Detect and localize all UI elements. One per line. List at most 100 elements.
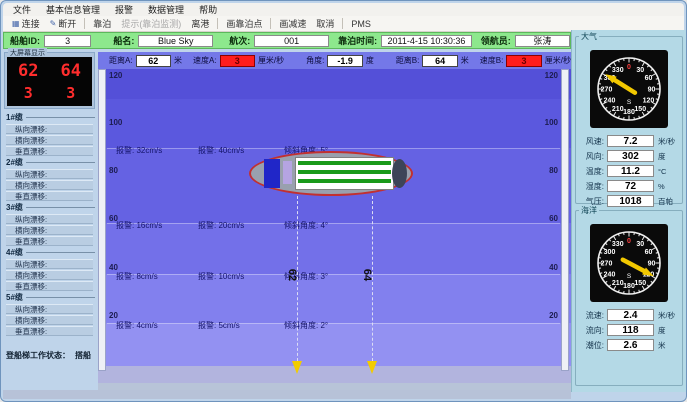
humidity-row: 湿度:72%	[578, 179, 680, 193]
current-speed-row: 流速:2.4米/秒	[578, 308, 680, 322]
svg-text:180: 180	[623, 283, 635, 290]
big-distance-b: 64	[61, 61, 81, 81]
voyage-field[interactable]: 001	[254, 35, 329, 47]
cable-group-2-header: 2#缆	[4, 157, 95, 168]
ship-bow-hatch	[264, 159, 280, 188]
svg-text:30: 30	[636, 241, 644, 248]
tide-level-row: 潮位:2.6米	[578, 338, 680, 352]
speed-b-unit: 厘米/秒	[545, 55, 571, 66]
atmosphere-title: 大气	[579, 31, 599, 42]
wind-speed-row: 风速:7.2米/秒	[578, 134, 680, 148]
svg-text:30: 30	[636, 67, 644, 74]
temperature-row: 温度:11.2°C	[578, 164, 680, 178]
svg-text:150: 150	[634, 280, 646, 287]
distance-band	[98, 223, 571, 274]
axis-tick: 80	[549, 166, 558, 175]
angle-label: 角度:	[306, 55, 324, 66]
svg-text:270: 270	[601, 86, 613, 93]
axis-tick: 100	[109, 118, 122, 127]
ship-name-field[interactable]: Blue Sky	[138, 35, 213, 47]
svg-text:240: 240	[604, 272, 616, 279]
wind-direction-row: 风向:302度	[578, 149, 680, 163]
distance-b-unit: 米	[461, 55, 469, 66]
axis-tick: 120	[109, 71, 122, 80]
svg-text:210: 210	[612, 106, 624, 113]
pressure-value: 1018	[607, 195, 654, 207]
list-item[interactable]: 垂直漂移:	[6, 146, 93, 156]
wind-speed-value: 7.2	[607, 135, 654, 147]
svg-text:120: 120	[643, 98, 655, 105]
distance-a-label: 距离A:	[109, 55, 133, 66]
big-speed-b: 3	[66, 84, 75, 102]
list-item[interactable]: 纵向漂移:	[6, 169, 93, 179]
berth-button[interactable]: 靠泊	[88, 16, 116, 31]
distance-band	[98, 69, 571, 99]
mooring-sidebar: 1#缆 纵向漂移: 横向漂移: 垂直漂移: 2#缆 纵向漂移: 横向漂移: 垂直…	[4, 111, 95, 337]
svg-text:60: 60	[645, 249, 653, 256]
humidity-value: 72	[607, 180, 654, 192]
angle-unit: 度	[366, 55, 374, 66]
axis-tick: 100	[545, 118, 558, 127]
toolbar-separator	[84, 18, 85, 29]
depart-button[interactable]: 离港	[186, 16, 214, 31]
berth-time-field[interactable]: 2011-4-15 10:30:36	[381, 35, 472, 47]
list-item[interactable]: 垂直漂移:	[6, 191, 93, 201]
menu-basic-info[interactable]: 基本信息管理	[46, 3, 100, 16]
svg-text:S: S	[627, 99, 632, 106]
svg-text:90: 90	[648, 86, 656, 93]
pilot-field[interactable]: 张涛	[515, 35, 570, 47]
menu-bar: 文件 基本信息管理 报警 数据管理 帮助	[3, 3, 684, 16]
list-item[interactable]: 纵向漂移:	[6, 259, 93, 269]
list-item[interactable]: 横向漂移:	[6, 180, 93, 190]
ship-id-field[interactable]: 3	[44, 35, 91, 47]
toolbar-separator	[217, 18, 218, 29]
list-item[interactable]: 纵向漂移:	[6, 304, 93, 314]
list-item[interactable]: 纵向漂移:	[6, 214, 93, 224]
current-direction-row: 流向:118度	[578, 323, 680, 337]
berthing-chart: 120 100 80 60 40 20 120 100 80 60 40 20 …	[98, 69, 571, 391]
ship-cargo-deck	[295, 157, 394, 190]
list-item[interactable]: 横向漂移:	[6, 270, 93, 280]
menu-file[interactable]: 文件	[13, 3, 31, 16]
list-item[interactable]: 横向漂移:	[6, 225, 93, 235]
list-item[interactable]: 垂直漂移:	[6, 236, 93, 246]
app-window: 文件 基本信息管理 报警 数据管理 帮助 ▦连接 ✎断开 靠泊 提示(靠泊监测)…	[0, 0, 687, 402]
connect-button[interactable]: ▦连接	[7, 16, 45, 31]
svg-text:150: 150	[634, 106, 646, 113]
list-item[interactable]: 横向漂移:	[6, 135, 93, 145]
svg-text:240: 240	[604, 98, 616, 105]
cable-group-4-header: 4#缆	[4, 247, 95, 258]
list-item[interactable]: 垂直漂移:	[6, 281, 93, 291]
wind-direction-value: 302	[607, 150, 654, 162]
menu-data-mgmt[interactable]: 数据管理	[148, 3, 184, 16]
ship-top-view	[249, 151, 413, 196]
menu-alarm[interactable]: 报警	[115, 3, 133, 16]
down-arrow-a-icon	[292, 361, 302, 374]
ocean-title: 海洋	[579, 205, 599, 216]
alarm-row: 报警: 16cm/s报警: 20cm/s倾斜角度: 4°	[98, 220, 571, 230]
pms-button[interactable]: PMS	[346, 18, 376, 30]
axis-tick: 20	[109, 311, 118, 320]
menu-help[interactable]: 帮助	[199, 3, 217, 16]
axis-tick: 80	[109, 166, 118, 175]
distance-band	[98, 274, 571, 323]
draw-berth-point-button[interactable]: 画靠泊点	[221, 16, 267, 31]
axis-tick: 20	[549, 311, 558, 320]
atmosphere-group: 大气 0306090120150180210240270300330S 风速:7…	[575, 36, 683, 204]
big-screen-display-group: 大屏幕显示 62 64 3 3	[4, 52, 95, 109]
list-item[interactable]: 纵向漂移:	[6, 124, 93, 134]
list-item[interactable]: 横向漂移:	[6, 315, 93, 325]
alarm-row: 报警: 4cm/s报警: 5cm/s倾斜角度: 2°	[98, 320, 571, 330]
distance-marker-b: 64	[361, 269, 373, 281]
svg-text:0: 0	[627, 238, 631, 245]
svg-text:270: 270	[601, 260, 613, 267]
draw-decel-button[interactable]: 画减速	[274, 16, 311, 31]
distance-band	[98, 99, 571, 148]
cancel-button[interactable]: 取消	[311, 16, 339, 31]
speed-a-label: 速度A:	[193, 55, 217, 66]
angle-value: -1.9	[327, 55, 362, 67]
list-item[interactable]: 垂直漂移:	[6, 326, 93, 336]
disconnect-button[interactable]: ✎断开	[45, 16, 82, 31]
connect-icon: ▦	[12, 19, 20, 28]
distance-a-value: 62	[136, 55, 171, 67]
